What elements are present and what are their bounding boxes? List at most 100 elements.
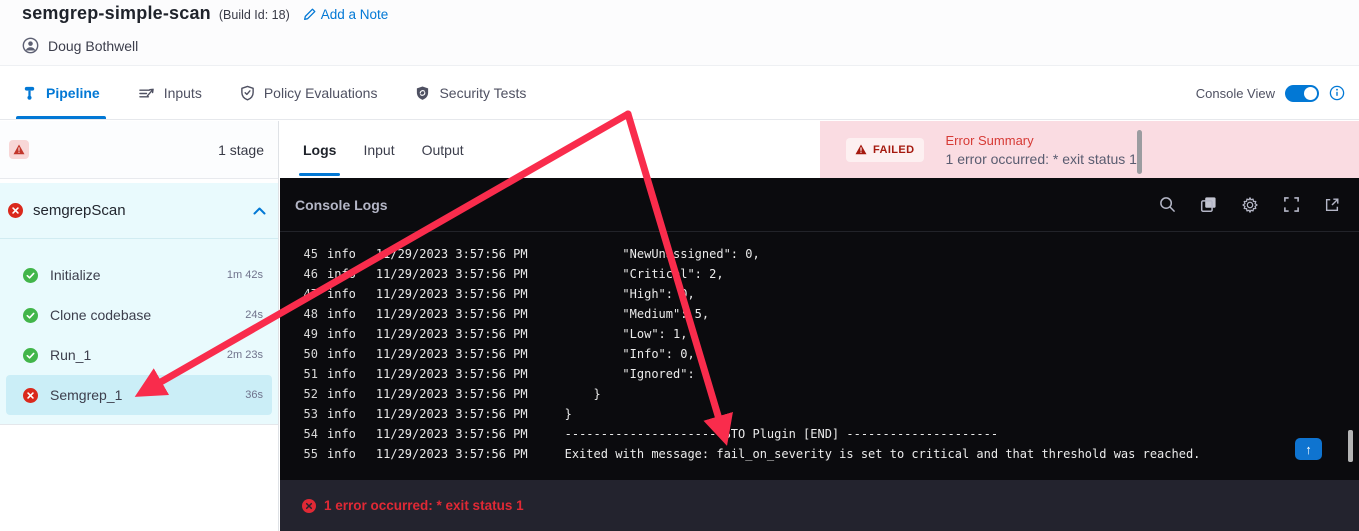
step-duration: 1m 42s: [226, 269, 263, 281]
console-toolbar: [1159, 196, 1340, 214]
log-level: info: [327, 267, 356, 281]
execution-sidebar: 1 stage semgrepScan Initialize 1m 42s Cl…: [0, 121, 279, 531]
tab-security-tests[interactable]: Security Tests: [415, 67, 526, 119]
fullscreen-icon[interactable]: [1283, 196, 1300, 213]
log-tab-label: Logs: [303, 141, 337, 158]
step-name: Run_1: [50, 347, 92, 363]
log-line-number: 50: [303, 347, 318, 361]
step-row[interactable]: Semgrep_1 36s: [6, 375, 272, 415]
log-timestamp: 11/29/2023 3:57:56 PM: [375, 247, 528, 261]
log-level: info: [327, 367, 356, 381]
step-name: Semgrep_1: [50, 387, 123, 403]
step-row[interactable]: Run_1 2m 23s: [6, 335, 272, 375]
log-line: 45 info 11/29/2023 3:57:56 PM "NewUnassi…: [280, 244, 1359, 264]
console-logs-panel: Console Logs 45 info 11/29/2023 3:57:56 …: [280, 178, 1359, 480]
log-message: "Medium": 5,: [564, 307, 710, 321]
tab-policy-evaluations-label: Policy Evaluations: [263, 85, 378, 101]
scroll-to-top-button[interactable]: ↑: [1295, 438, 1322, 460]
log-tab[interactable]: Output: [420, 121, 466, 178]
log-level: info: [327, 407, 356, 421]
step-fail-icon: [23, 387, 38, 403]
log-line: 49 info 11/29/2023 3:57:56 PM "Low": 1,: [280, 324, 1359, 344]
step-success-icon: [23, 307, 38, 323]
log-line-number: 54: [303, 427, 318, 441]
step-duration: 2m 23s: [226, 349, 263, 361]
up-arrow-icon: ↑: [1305, 441, 1312, 457]
log-message: }: [564, 387, 601, 401]
build-header: semgrep-simple-scan (Build Id: 18) Add a…: [0, 0, 1359, 66]
error-circle-icon: [302, 498, 316, 513]
log-message: }: [564, 407, 572, 421]
log-line: 55 info 11/29/2023 3:57:56 PM Exited wit…: [280, 444, 1359, 464]
log-line-number: 48: [303, 307, 318, 321]
failed-triangle-icon: [855, 144, 867, 155]
log-level: info: [327, 347, 356, 361]
author-name: Doug Bothwell: [48, 37, 139, 54]
log-message: "Critical": 2,: [564, 267, 724, 281]
log-level: info: [327, 427, 356, 441]
tab-pipeline[interactable]: Pipeline: [16, 67, 106, 119]
external-link-icon[interactable]: [1324, 197, 1340, 213]
failed-badge-label: FAILED: [873, 143, 915, 156]
error-summary-text: Error Summary 1 error occurred: * exit s…: [946, 133, 1137, 167]
error-summary-scrollbar[interactable]: [1137, 130, 1142, 174]
log-level: info: [327, 387, 356, 401]
chevron-up-icon[interactable]: [253, 207, 266, 215]
log-tab[interactable]: Logs: [298, 121, 341, 178]
search-icon[interactable]: [1159, 196, 1176, 213]
policy-shield-icon: [241, 85, 254, 101]
log-line-number: 52: [303, 387, 318, 401]
copy-icon[interactable]: [1200, 196, 1217, 213]
stage-row-semgrepscan[interactable]: semgrepScan: [0, 183, 278, 239]
footer-error-message: 1 error occurred: * exit status 1: [324, 498, 524, 513]
log-line-number: 47: [303, 287, 318, 301]
console-scrollbar[interactable]: [1348, 430, 1353, 462]
title-row: semgrep-simple-scan (Build Id: 18) Add a…: [22, 3, 388, 24]
log-timestamp: 11/29/2023 3:57:56 PM: [375, 387, 528, 401]
log-line: 50 info 11/29/2023 3:57:56 PM "Info": 0,: [280, 344, 1359, 364]
stage-name: semgrepScan: [33, 202, 126, 219]
step-row[interactable]: Initialize 1m 42s: [6, 255, 272, 295]
console-title: Console Logs: [295, 196, 388, 213]
step-row[interactable]: Clone codebase 24s: [6, 295, 272, 335]
log-timestamp: 11/29/2023 3:57:56 PM: [375, 367, 528, 381]
author-row: Doug Bothwell: [22, 37, 138, 54]
error-summary-title: Error Summary: [945, 132, 1034, 148]
step-duration: 24s: [245, 309, 263, 321]
log-line-number: 49: [303, 327, 318, 341]
security-shield-icon: [417, 86, 429, 100]
tab-policy-evaluations[interactable]: Policy Evaluations: [240, 67, 378, 119]
info-icon[interactable]: [1329, 85, 1345, 101]
log-tab[interactable]: Input: [361, 121, 396, 178]
add-note-button[interactable]: Add a Note: [303, 7, 388, 22]
log-timestamp: 11/29/2023 3:57:56 PM: [375, 427, 528, 441]
step-name: Initialize: [50, 267, 101, 283]
tab-pipeline-label: Pipeline: [46, 85, 100, 101]
user-avatar-icon: [22, 37, 39, 54]
log-timestamp: 11/29/2023 3:57:56 PM: [375, 447, 528, 461]
log-line-number: 53: [303, 407, 318, 421]
log-line-number: 55: [303, 447, 318, 461]
log-subheader: Logs Input Output FAILED Error Summary 1…: [280, 121, 1359, 178]
console-log-area: 45 info 11/29/2023 3:57:56 PM "NewUnassi…: [280, 232, 1359, 464]
settings-gear-icon[interactable]: [1241, 196, 1259, 214]
console-view-toggle[interactable]: [1285, 84, 1319, 102]
log-line-number: 51: [303, 367, 318, 381]
log-line: 48 info 11/29/2023 3:57:56 PM "Medium": …: [280, 304, 1359, 324]
failed-badge: FAILED: [846, 137, 924, 162]
console-view-control: Console View: [1196, 67, 1345, 119]
stage-count: 1 stage: [218, 141, 264, 158]
log-tab-label: Output: [421, 141, 464, 158]
pencil-icon: [303, 8, 316, 20]
log-level: info: [327, 447, 356, 461]
inputs-icon: [138, 88, 154, 97]
tab-inputs-label: Inputs: [163, 85, 202, 101]
stage-header: 1 stage: [0, 121, 278, 179]
toggle-knob: [1304, 86, 1317, 100]
console-error-footer: 1 error occurred: * exit status 1: [280, 480, 1359, 531]
log-line: 53 info 11/29/2023 3:57:56 PM }: [280, 404, 1359, 424]
tab-inputs[interactable]: Inputs: [138, 67, 202, 119]
warning-triangle-icon: [13, 144, 25, 155]
log-line-number: 45: [303, 247, 318, 261]
page-title: semgrep-simple-scan: [22, 3, 211, 23]
